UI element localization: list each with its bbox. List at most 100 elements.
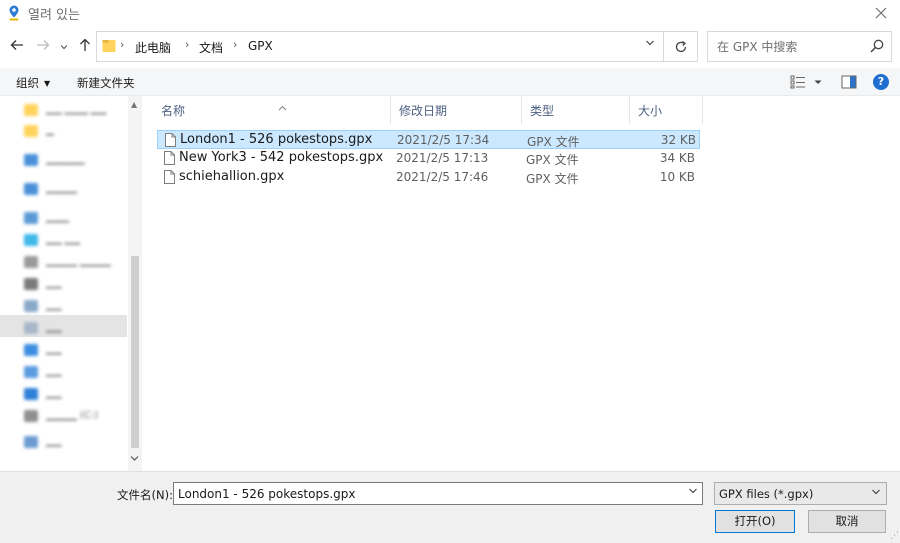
resize-grip-icon[interactable]: ⋰: [890, 531, 899, 541]
breadcrumb-this-pc[interactable]: 此电脑: [135, 39, 171, 56]
filename-combobox[interactable]: [173, 482, 703, 505]
file-size: 10 KB: [659, 170, 695, 184]
arrow-up-icon: [80, 38, 90, 51]
chevron-down-icon: [646, 40, 654, 46]
file-icon: [164, 151, 175, 165]
sidebar-item[interactable]: ▁▁▁▁ (C:): [16, 408, 131, 424]
close-icon: [875, 7, 887, 19]
breadcrumb-separator-icon: ›: [120, 38, 125, 51]
cloud-icon: [24, 154, 38, 166]
desktop-icon: [24, 388, 38, 400]
file-type: GPX 文件: [526, 172, 579, 186]
file-list: 名称 修改日期 类型 大小 London1 - 526 pokestops.gp…: [143, 96, 900, 471]
cloud-icon: [24, 183, 38, 195]
open-button[interactable]: 打开(O): [715, 510, 795, 533]
sidebar-item[interactable]: ▁▁▁▁▁: [16, 152, 131, 168]
up-button[interactable]: [76, 38, 94, 56]
sidebar-item[interactable]: ▁▁: [16, 434, 131, 450]
chevron-down-icon: [130, 456, 139, 461]
arrow-right-icon: [37, 40, 50, 50]
sidebar-item[interactable]: ▁▁: [16, 364, 131, 380]
column-header-modified[interactable]: 修改日期: [391, 96, 522, 124]
address-bar[interactable]: › 此电脑 › 文档 › GPX: [96, 31, 664, 62]
filename-dropdown[interactable]: [688, 486, 698, 499]
breadcrumb-separator-icon: ›: [233, 38, 238, 51]
sidebar-item[interactable]: ▁▁: [16, 386, 131, 402]
column-header-type[interactable]: 类型: [522, 96, 630, 124]
sidebar-item[interactable]: ▁▁: [16, 276, 131, 292]
caret-down-icon: ▼: [44, 79, 51, 88]
filename-input[interactable]: [174, 483, 679, 504]
chevron-down-icon: [689, 488, 697, 494]
file-icon: [165, 133, 176, 147]
caret-down-icon[interactable]: [813, 75, 823, 89]
address-history-dropdown[interactable]: [645, 38, 655, 51]
network-icon: [24, 436, 38, 448]
sidebar-item[interactable]: ▁▁▁▁: [16, 181, 131, 197]
scroll-up-icon[interactable]: ▲: [131, 100, 137, 109]
help-icon[interactable]: ?: [873, 74, 889, 90]
filename-label: 文件名(N):: [117, 488, 173, 502]
breadcrumb-documents[interactable]: 文档: [199, 39, 223, 56]
chevron-down-icon: [60, 45, 68, 50]
folder-icon: [24, 125, 38, 137]
window-title: 열려 있는: [28, 8, 80, 23]
new-folder-button[interactable]: 新建文件夹: [77, 75, 135, 91]
file-icon: [164, 170, 175, 184]
file-type-filter-value: GPX files (*.gpx): [719, 487, 814, 501]
sidebar-scrollbar[interactable]: ▲: [128, 96, 142, 471]
phone-icon: [24, 256, 38, 268]
documents-icon: [24, 322, 38, 334]
view-options-icon[interactable]: [790, 75, 806, 89]
organize-menu-button[interactable]: 组织 ▼: [16, 75, 50, 91]
sidebar-item[interactable]: ▁▁ ▁▁▁ ▁▁: [16, 102, 131, 118]
refresh-button[interactable]: [664, 31, 698, 62]
command-toolbar: 组织 ▼ 新建文件夹 ?: [0, 68, 900, 96]
close-button[interactable]: [866, 0, 896, 26]
chevron-down-icon: [872, 489, 880, 495]
preview-pane-icon[interactable]: [841, 75, 857, 89]
folder-icon: [24, 104, 38, 116]
forward-button[interactable]: [34, 38, 52, 56]
sidebar-item[interactable]: ▁▁▁: [16, 210, 131, 226]
file-row[interactable]: London1 - 526 pokestops.gpx 2021/2/5 17:…: [157, 130, 700, 149]
file-row[interactable]: New York3 - 542 pokestops.gpx 2021/2/5 1…: [157, 149, 700, 168]
search-icon[interactable]: [869, 38, 885, 54]
scroll-down-icon[interactable]: [130, 454, 139, 466]
column-header-size[interactable]: 大小: [630, 96, 703, 124]
breadcrumb-gpx[interactable]: GPX: [248, 39, 273, 53]
sidebar-item[interactable]: ▁: [16, 123, 131, 139]
file-row[interactable]: schiehallion.gpx 2021/2/5 17:46 GPX 文件 1…: [157, 168, 700, 187]
sidebar-item[interactable]: ▁▁: [16, 298, 131, 314]
title-bar: 열려 있는: [0, 0, 900, 26]
back-button[interactable]: [8, 38, 26, 56]
recent-locations-button[interactable]: [58, 38, 70, 56]
file-name: schiehallion.gpx: [179, 169, 285, 184]
scrollbar-thumb[interactable]: [131, 256, 139, 448]
sidebar-item[interactable]: ▁▁: [16, 320, 131, 336]
file-name: New York3 - 542 pokestops.gpx: [179, 150, 384, 165]
file-modified: 2021/2/5 17:46: [396, 170, 489, 184]
file-name: London1 - 526 pokestops.gpx: [180, 132, 373, 147]
organize-label: 组织: [16, 76, 39, 90]
filter-dropdown[interactable]: [871, 487, 881, 500]
file-type-filter-select[interactable]: GPX files (*.gpx): [714, 482, 887, 505]
video-icon: [24, 278, 38, 290]
sidebar-item[interactable]: ▁▁ ▁▁: [16, 232, 131, 248]
drive-icon: [24, 410, 38, 422]
column-header-name-label: 名称: [161, 104, 186, 118]
sidebar-item[interactable]: ▁▁▁▁ ▁▁▁▁: [16, 254, 131, 270]
file-size: 32 KB: [660, 133, 696, 147]
pictures-icon: [24, 300, 38, 312]
music-icon: [24, 366, 38, 378]
navigation-row: › 此电脑 › 文档 › GPX: [0, 30, 900, 64]
cancel-button[interactable]: 取消: [808, 510, 886, 533]
sort-ascending-icon: [278, 94, 287, 124]
file-modified: 2021/2/5 17:34: [397, 133, 490, 147]
sidebar-item[interactable]: ▁▁: [16, 342, 131, 358]
search-box[interactable]: [707, 31, 892, 62]
search-input[interactable]: [708, 32, 868, 61]
dialog-footer: 文件名(N): GPX files (*.gpx) 打开(O) 取消 ⋰: [0, 471, 900, 543]
computer-icon: [24, 212, 38, 224]
column-header-name[interactable]: 名称: [153, 96, 391, 124]
